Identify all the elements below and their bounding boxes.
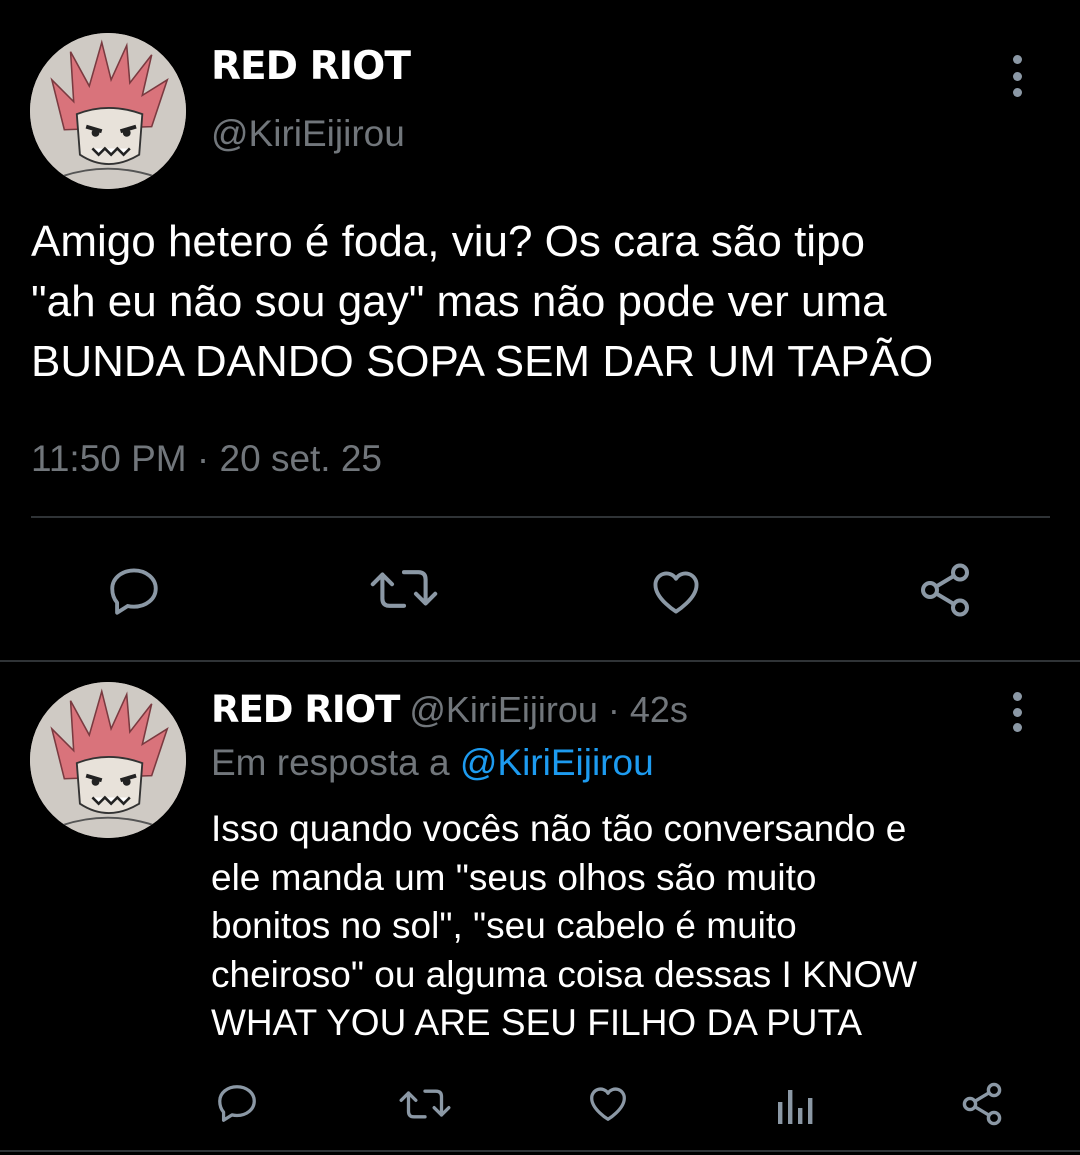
reply-icon[interactable] xyxy=(214,1080,260,1126)
divider xyxy=(0,1150,1080,1152)
like-icon[interactable] xyxy=(584,1080,632,1126)
retweet-icon[interactable] xyxy=(368,560,440,618)
more-vertical-icon[interactable] xyxy=(1007,55,1027,97)
reply-header: RED RIOT @KiriEijirou · 42s xyxy=(211,688,688,731)
reply-icon[interactable] xyxy=(105,562,163,620)
main-tweet: RED RIOT @KiriEijirou Amigo hetero é fod… xyxy=(0,0,1080,660)
divider xyxy=(31,516,1050,518)
tweet-text: Amigo hetero é foda, viu? Os cara são ti… xyxy=(31,217,934,386)
more-vertical-icon[interactable] xyxy=(1007,692,1027,732)
display-name[interactable]: RED RIOT xyxy=(211,688,400,731)
like-icon[interactable] xyxy=(646,562,706,620)
handle[interactable]: @KiriEijirou xyxy=(211,113,405,155)
handle-and-time[interactable]: @KiriEijirou · 42s xyxy=(399,689,688,730)
reply-tweet[interactable]: RED RIOT @KiriEijirou · 42s Em resposta … xyxy=(0,662,1080,1152)
retweet-icon[interactable] xyxy=(396,1082,454,1126)
share-icon[interactable] xyxy=(914,560,976,620)
share-icon[interactable] xyxy=(958,1080,1006,1128)
avatar-drawing-icon xyxy=(30,33,186,189)
avatar-drawing-icon xyxy=(30,682,186,838)
analytics-icon[interactable] xyxy=(776,1082,816,1126)
display-name[interactable]: RED RIOT xyxy=(211,44,411,89)
reply-context: Em resposta a @KiriEijirou xyxy=(211,742,654,784)
reply-mention-link[interactable]: @KiriEijirou xyxy=(460,742,654,783)
avatar[interactable] xyxy=(30,33,186,189)
avatar[interactable] xyxy=(30,682,186,838)
reply-prefix: Em resposta a xyxy=(211,742,460,783)
tweet-text: Isso quando vocês não tão conversando e … xyxy=(211,808,918,1043)
tweet-timestamp[interactable]: 11:50 PM · 20 set. 25 xyxy=(31,438,382,480)
